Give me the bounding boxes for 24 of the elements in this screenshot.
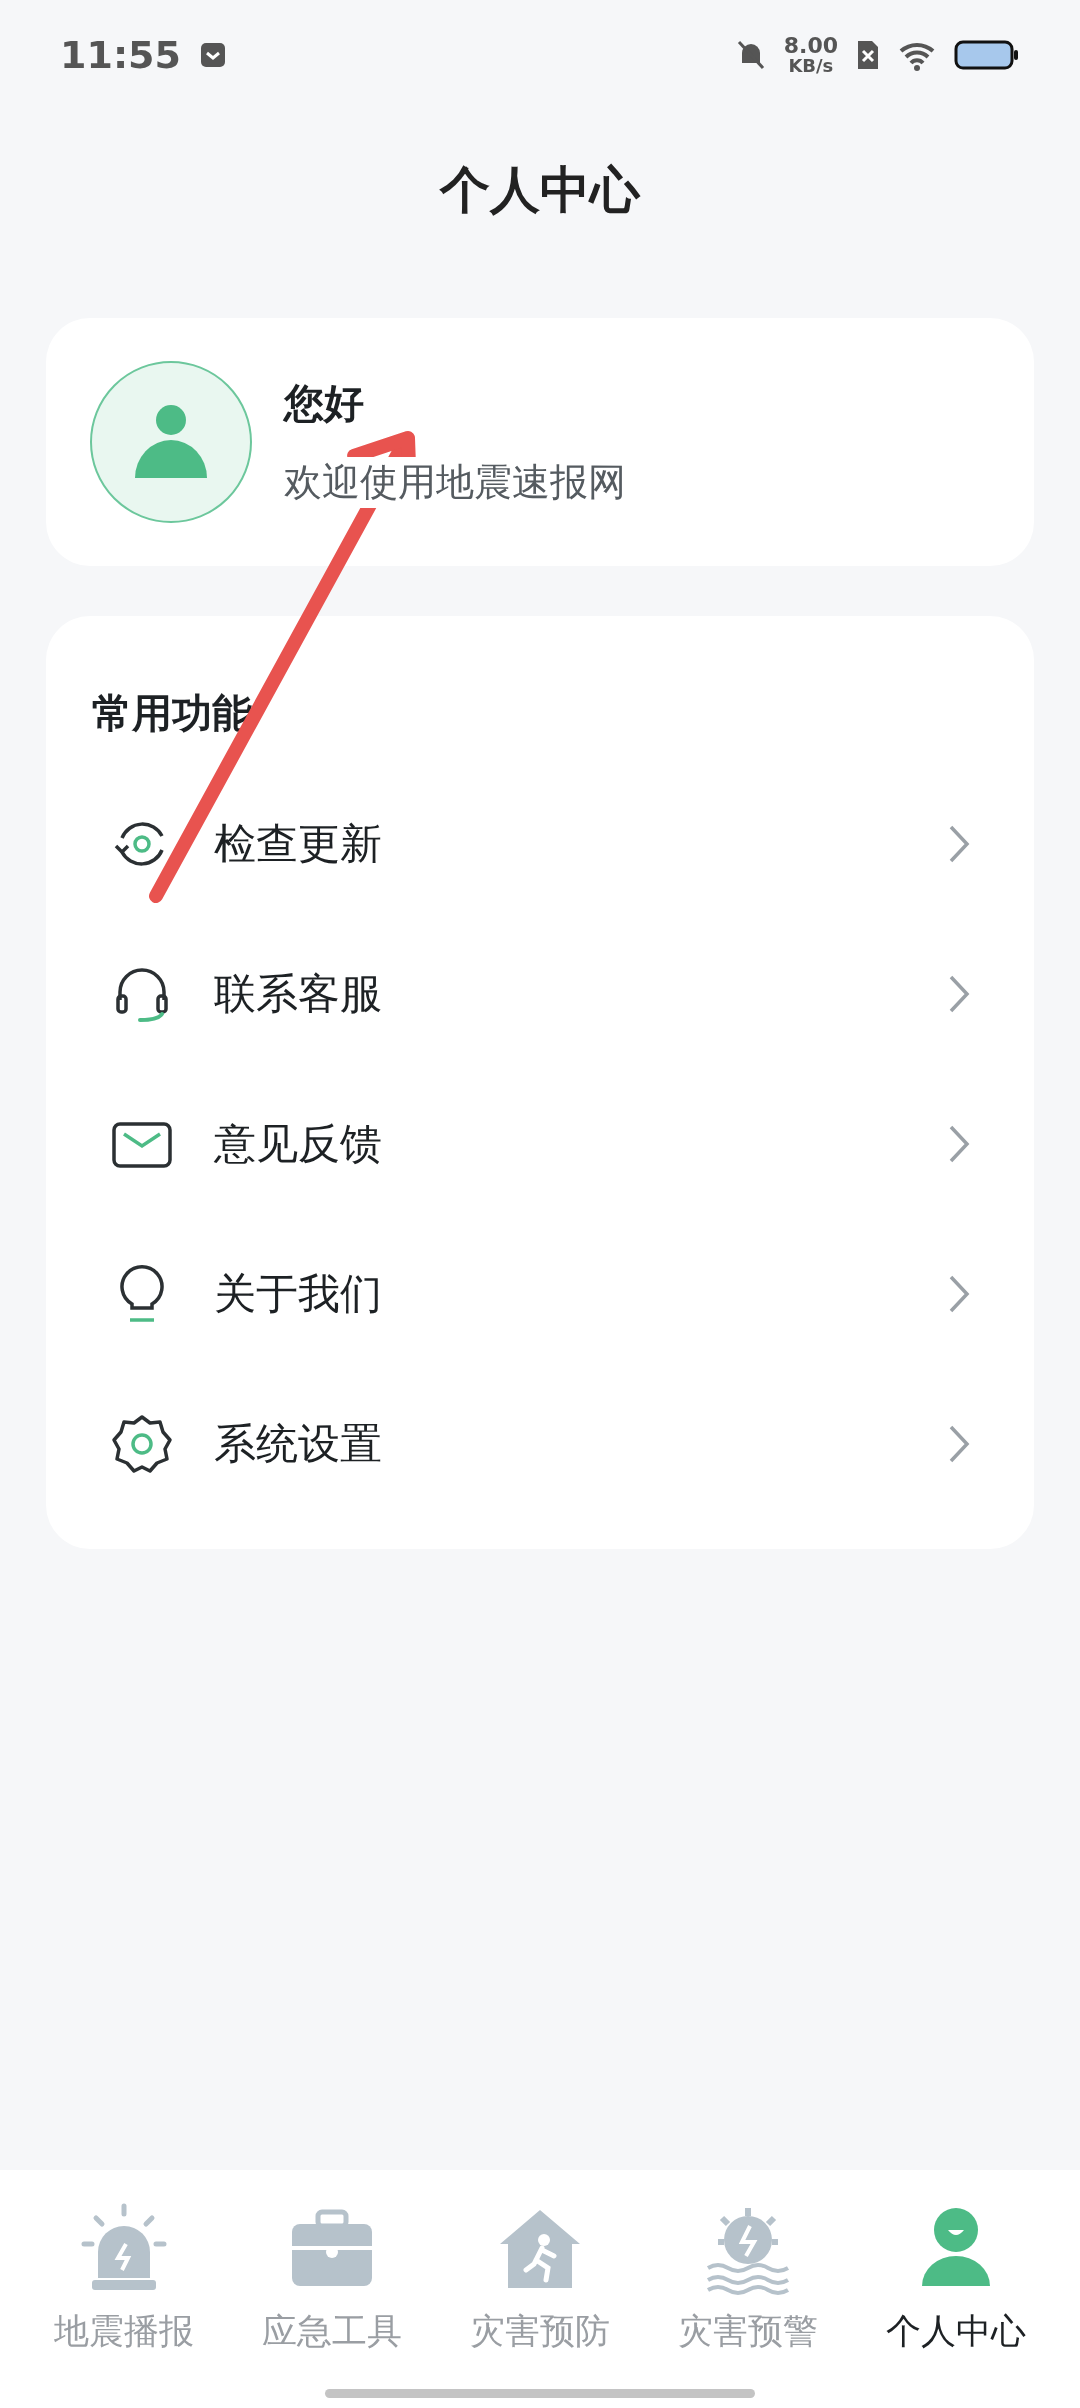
profile-card[interactable]: 您好 欢迎使用地震速报网 bbox=[46, 318, 1034, 566]
network-speed: 8.00 bbox=[783, 35, 838, 57]
menu-item[interactable]: 关于我们 bbox=[214, 1266, 908, 1322]
chevron-icon bbox=[948, 824, 970, 864]
home-indicator[interactable] bbox=[325, 2389, 755, 2398]
chevron-icon bbox=[948, 1424, 970, 1464]
menu-item[interactable]: 系统设置 bbox=[214, 1416, 908, 1472]
notification-icon bbox=[198, 41, 227, 69]
nav-tab[interactable]: 个人中心 bbox=[861, 2200, 1051, 2355]
greeting: 您好 bbox=[284, 379, 365, 428]
menu-item[interactable]: 意见反馈 bbox=[214, 1116, 908, 1172]
sim-icon bbox=[856, 39, 880, 71]
muted-bell-icon bbox=[735, 39, 766, 71]
page-title: 个人中心 bbox=[440, 159, 640, 221]
battery-icon bbox=[954, 39, 1020, 71]
status-time: 11:55 bbox=[60, 33, 181, 77]
network-speed-unit: KB/s bbox=[788, 57, 834, 75]
chevron-icon bbox=[948, 974, 970, 1014]
settings-icon bbox=[110, 1412, 174, 1476]
menu-item[interactable]: 检查更新 bbox=[214, 816, 908, 872]
chevron-icon bbox=[948, 1274, 970, 1314]
chevron-icon bbox=[948, 1124, 970, 1164]
menu-item[interactable]: 联系客服 bbox=[214, 966, 908, 1022]
person-icon bbox=[133, 404, 209, 480]
